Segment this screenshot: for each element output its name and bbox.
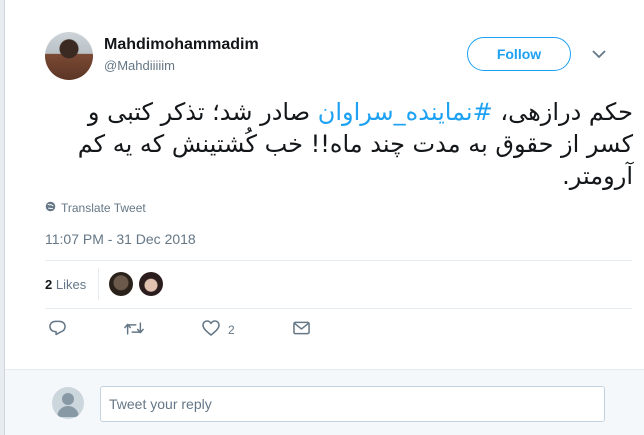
retweet-button[interactable]: [124, 321, 144, 339]
user-avatar: [52, 387, 84, 419]
reply-button[interactable]: [49, 320, 66, 339]
likes-number[interactable]: 2: [45, 277, 52, 292]
author-handle[interactable]: @Mahdiiiiim: [104, 58, 259, 73]
author-names[interactable]: Mahdimohammadim @Mahdiiiiim: [104, 36, 259, 73]
reply-input[interactable]: [100, 386, 605, 422]
liker-avatar[interactable]: [139, 272, 164, 296]
globe-icon: [45, 201, 56, 215]
follow-button[interactable]: Follow: [467, 37, 571, 71]
liker-avatar[interactable]: [109, 272, 134, 296]
tweet-stats: 2 Likes: [45, 268, 169, 300]
author-display-name[interactable]: Mahdimohammadim: [104, 36, 259, 54]
retweet-icon[interactable]: [124, 321, 144, 339]
reply-bar: [5, 369, 644, 435]
hashtag-link[interactable]: #نماینده_سراوان: [318, 98, 493, 126]
chevron-down-icon[interactable]: [591, 46, 607, 62]
reply-icon[interactable]: [49, 320, 66, 339]
like-button[interactable]: 2: [202, 320, 235, 339]
tweet-card: Mahdimohammadim @Mahdiiiiim Follow حکم د…: [4, 0, 644, 435]
direct-message-button[interactable]: [292, 321, 310, 338]
tweet-actions: 2: [49, 320, 368, 339]
likes-count[interactable]: 2 Likes: [45, 277, 98, 292]
likes-label[interactable]: Likes: [56, 277, 86, 292]
translate-label[interactable]: Translate Tweet: [61, 201, 146, 215]
divider: [45, 308, 632, 309]
like-count: 2: [228, 322, 235, 337]
heart-icon[interactable]: [202, 320, 220, 339]
divider: [45, 260, 632, 261]
tweet-text: حکم درازهی، #نماینده_سراوان صادر شد؛ تذک…: [45, 96, 633, 192]
tweet-header: Mahdimohammadim @Mahdiiiiim Follow: [45, 32, 644, 82]
translate-tweet-link[interactable]: Translate Tweet: [45, 201, 146, 215]
stats-separator: [98, 268, 100, 300]
author-avatar[interactable]: [45, 32, 93, 80]
envelope-icon[interactable]: [292, 321, 310, 338]
tweet-timestamp[interactable]: 11:07 PM - 31 Dec 2018: [45, 231, 196, 247]
tweet-text-before: حکم درازهی،: [492, 98, 633, 126]
